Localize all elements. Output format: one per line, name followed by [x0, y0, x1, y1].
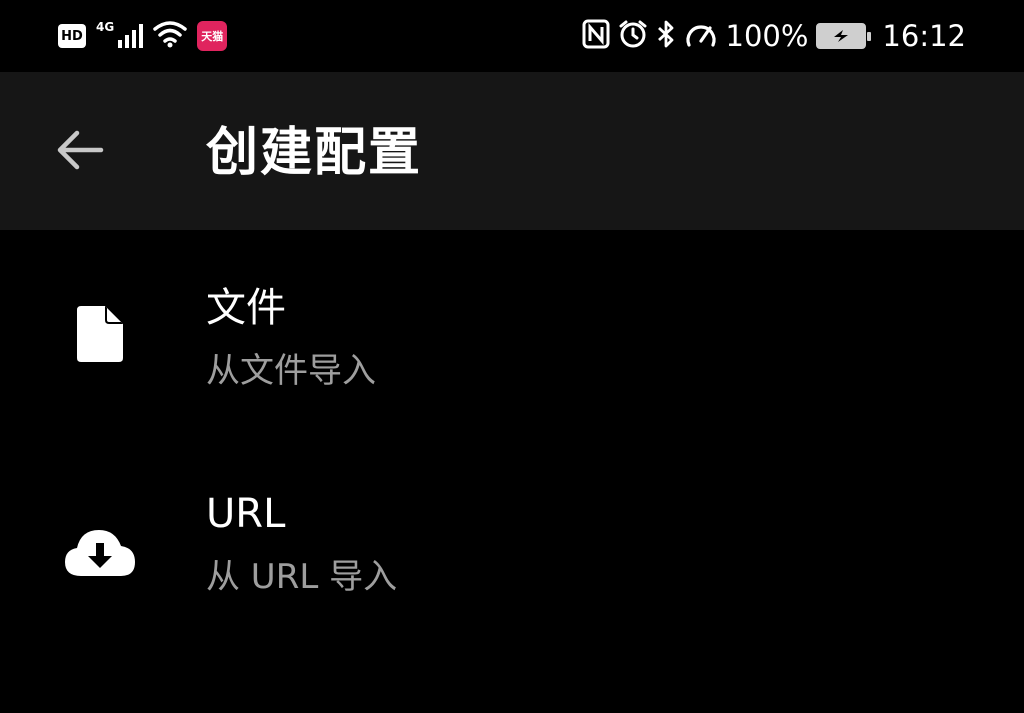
cloud-download-icon: [60, 512, 140, 592]
screen: HD 4G 天猫 100% 16:12 创建配置 文件 从文件导入 URL 从 …: [0, 0, 1024, 713]
url-option-title: URL: [206, 491, 286, 537]
battery-percent: 100%: [725, 19, 809, 53]
network-type-label: 4G: [96, 20, 115, 34]
arrow-left-icon: [55, 128, 105, 176]
status-bar: HD 4G 天猫 100% 16:12: [0, 0, 1024, 72]
clock: 16:12: [882, 19, 966, 53]
status-bar-right: 100% 16:12: [582, 18, 966, 54]
alarm-icon: [618, 19, 648, 53]
battery-icon: [816, 23, 872, 49]
wifi-icon: [153, 20, 187, 52]
file-icon: [60, 294, 140, 374]
list-item-url[interactable]: URL 从 URL 导入: [0, 440, 1024, 640]
signal-icon: [118, 24, 144, 48]
back-button[interactable]: [40, 112, 120, 192]
status-bar-left: HD 4G 天猫: [58, 18, 228, 54]
file-option-title: 文件: [206, 285, 286, 331]
file-option-subtitle: 从文件导入: [206, 351, 376, 391]
url-option-subtitle: 从 URL 导入: [206, 557, 398, 597]
app-bar: 创建配置: [0, 72, 1024, 230]
list-item-file[interactable]: 文件 从文件导入: [0, 232, 1024, 432]
page-title: 创建配置: [206, 123, 423, 183]
hd-icon: HD: [58, 24, 86, 48]
nfc-icon: [582, 19, 610, 53]
speed-icon: [684, 19, 718, 53]
bluetooth-icon: [656, 19, 676, 53]
app-notification-icon: 天猫: [197, 21, 228, 51]
